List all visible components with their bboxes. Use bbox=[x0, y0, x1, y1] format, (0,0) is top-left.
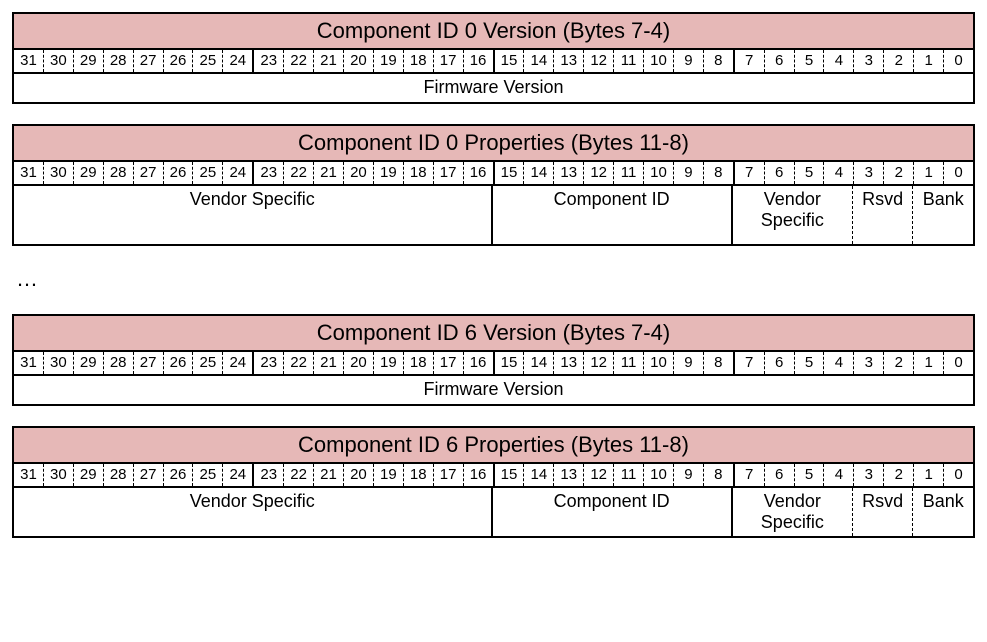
field-vendor-specific: Vendor Specific bbox=[14, 186, 493, 244]
field-firmware-version: Firmware Version bbox=[14, 74, 973, 102]
field-bank: Bank bbox=[913, 488, 973, 536]
field-row: Vendor Specific Component ID Vendor Spec… bbox=[14, 186, 973, 244]
field-vendor-specific: Vendor Specific bbox=[733, 186, 853, 244]
field-row: Vendor Specific Component ID Vendor Spec… bbox=[14, 488, 973, 536]
ellipsis: … bbox=[16, 266, 971, 292]
register-block: Component ID 6 Properties (Bytes 11-8) 3… bbox=[12, 426, 975, 538]
field-component-id: Component ID bbox=[493, 186, 733, 244]
field-reserved: Rsvd bbox=[853, 186, 914, 244]
field-reserved: Rsvd bbox=[853, 488, 914, 536]
register-title: Component ID 6 Version (Bytes 7-4) bbox=[14, 316, 973, 352]
bit-header: 3130292827262524 2322212019181716 151413… bbox=[14, 162, 973, 186]
field-vendor-specific: Vendor Specific bbox=[733, 488, 853, 536]
bit-header: 3130292827262524 2322212019181716 151413… bbox=[14, 352, 973, 376]
field-row: Firmware Version bbox=[14, 74, 973, 102]
register-block: Component ID 0 Version (Bytes 7-4) 31302… bbox=[12, 12, 975, 104]
register-title: Component ID 0 Properties (Bytes 11-8) bbox=[14, 126, 973, 162]
field-component-id: Component ID bbox=[493, 488, 733, 536]
field-firmware-version: Firmware Version bbox=[14, 376, 973, 404]
bit-header: 3130292827262524 2322212019181716 151413… bbox=[14, 50, 973, 74]
field-vendor-specific: Vendor Specific bbox=[14, 488, 493, 536]
register-block: Component ID 6 Version (Bytes 7-4) 31302… bbox=[12, 314, 975, 406]
field-row: Firmware Version bbox=[14, 376, 973, 404]
field-bank: Bank bbox=[913, 186, 973, 244]
register-title: Component ID 6 Properties (Bytes 11-8) bbox=[14, 428, 973, 464]
register-block: Component ID 0 Properties (Bytes 11-8) 3… bbox=[12, 124, 975, 246]
bit-header: 3130292827262524 2322212019181716 151413… bbox=[14, 464, 973, 488]
register-title: Component ID 0 Version (Bytes 7-4) bbox=[14, 14, 973, 50]
